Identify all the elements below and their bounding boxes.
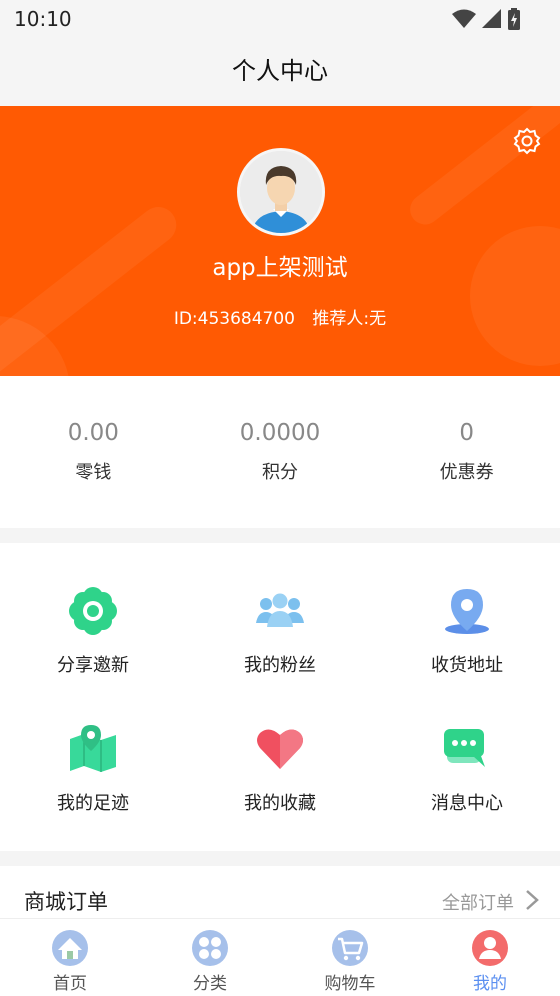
stat-label: 优惠券 <box>439 462 494 483</box>
stat-label: 积分 <box>262 462 298 483</box>
chevron-right-icon[interactable] <box>524 888 540 912</box>
tab-label: 首页 <box>53 974 87 994</box>
profile-header: app上架测试 ID:453684700 推荐人:无 <box>0 106 560 376</box>
service-label: 我的足迹 <box>57 793 129 814</box>
decorative-circle <box>470 226 560 366</box>
stat-value: 0 <box>459 420 474 446</box>
user-avatar-icon <box>240 151 322 233</box>
tab-home[interactable]: 首页 <box>0 919 140 996</box>
stat-value: 0.00 <box>67 420 119 446</box>
tab-profile[interactable]: 我的 <box>420 919 560 996</box>
referrer: 推荐人:无 <box>312 309 387 329</box>
profile-page: 10:10 个人中心 app上架测试 ID:453684700 推荐人:无 0.… <box>0 0 560 996</box>
fans-icon <box>256 593 304 627</box>
status-bar: 10:10 <box>0 0 560 40</box>
tab-cart[interactable]: 购物车 <box>280 919 420 996</box>
page-title: 个人中心 <box>232 57 328 85</box>
share-invite-icon <box>69 587 117 635</box>
decorative-stripe <box>404 106 560 231</box>
stat-label: 零钱 <box>75 462 112 483</box>
home-icon <box>52 930 88 966</box>
chat-bubble-icon <box>444 729 485 767</box>
category-icon <box>192 930 228 966</box>
wallet-stats: 0.00 零钱 0.0000 积分 0 优惠券 <box>0 376 560 528</box>
orders-section: 商城订单 全部订单 <box>0 866 560 926</box>
profile-icon <box>472 930 508 966</box>
map-footprint-icon <box>70 725 116 772</box>
wifi-icon <box>452 9 476 28</box>
username: app上架测试 <box>212 255 348 281</box>
status-icons <box>452 8 520 30</box>
service-label: 消息中心 <box>431 793 503 814</box>
tab-label: 分类 <box>193 974 227 994</box>
settings-gear-icon[interactable] <box>512 126 542 156</box>
service-label: 我的收藏 <box>244 793 316 814</box>
service-share-invite[interactable]: 分享邀新 <box>0 585 186 677</box>
stat-points[interactable]: 0.0000 积分 <box>187 376 374 528</box>
user-id: ID:453684700 <box>173 309 296 329</box>
stat-balance[interactable]: 0.00 零钱 <box>0 376 187 528</box>
all-orders-link[interactable]: 全部订单 <box>442 889 514 915</box>
service-footprint[interactable]: 我的足迹 <box>0 723 186 815</box>
orders-title: 商城订单 <box>24 890 108 914</box>
tab-label: 购物车 <box>324 974 376 994</box>
signal-icon <box>482 9 501 28</box>
user-meta: ID:453684700 推荐人:无 <box>0 304 560 329</box>
address-pin-icon <box>445 589 489 634</box>
tab-label: 我的 <box>473 974 507 994</box>
bottom-tab-bar: 首页 分类 购物车 我的 <box>0 918 560 996</box>
avatar[interactable] <box>237 148 325 236</box>
service-label: 分享邀新 <box>57 655 129 676</box>
service-label: 收货地址 <box>431 655 503 676</box>
status-time: 10:10 <box>14 7 72 31</box>
battery-icon <box>508 8 520 30</box>
cart-icon <box>332 930 368 966</box>
stat-coupons[interactable]: 0 优惠券 <box>373 376 560 528</box>
title-bar: 个人中心 <box>0 40 560 106</box>
stat-value: 0.0000 <box>239 420 321 446</box>
service-favorites[interactable]: 我的收藏 <box>187 723 373 815</box>
service-fans[interactable]: 我的粉丝 <box>187 585 373 677</box>
heart-icon <box>257 729 303 769</box>
tab-category[interactable]: 分类 <box>140 919 280 996</box>
service-messages[interactable]: 消息中心 <box>374 723 560 815</box>
services-grid: 分享邀新 我的粉丝 收货地址 我的足迹 我的收藏 消息中心 <box>0 543 560 851</box>
service-address[interactable]: 收货地址 <box>374 585 560 677</box>
service-label: 我的粉丝 <box>244 655 316 676</box>
